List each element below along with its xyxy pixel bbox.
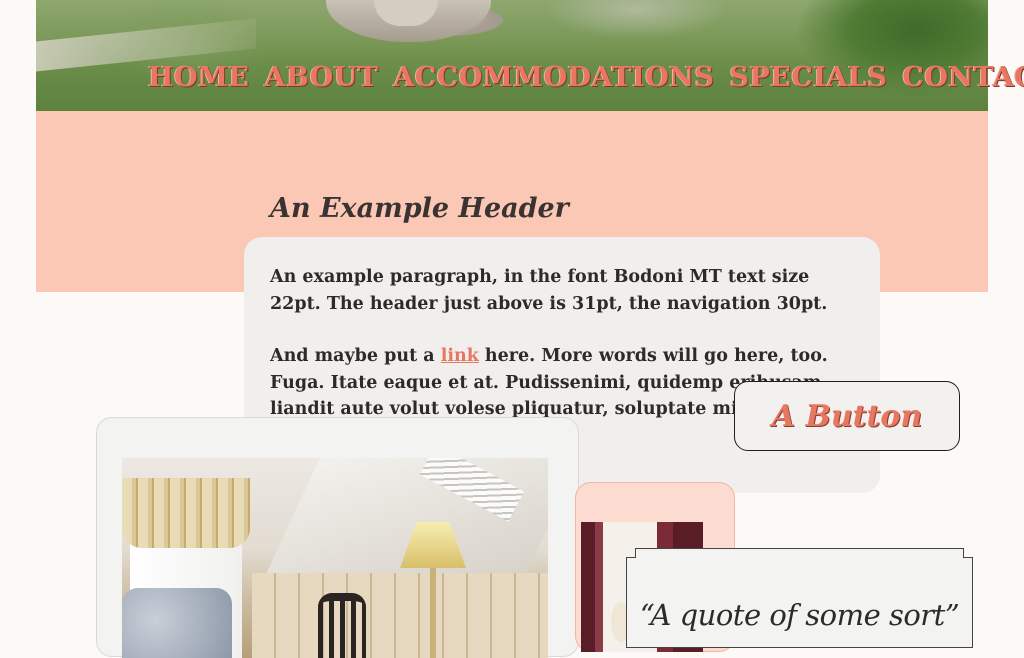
lamp-pole	[430, 568, 436, 658]
stone-sundial	[326, 0, 491, 42]
nav-home[interactable]: HOME	[148, 62, 250, 93]
curtain-valance	[122, 478, 250, 548]
rocking-chair	[318, 593, 366, 658]
sofa	[122, 588, 232, 658]
nav-accommodations[interactable]: ACCOMMODATIONS	[393, 62, 714, 93]
hero-image: HOME ABOUT ACCOMMODATIONS SPECIALS CONTA…	[36, 0, 1024, 111]
primary-button[interactable]: A Button	[734, 381, 960, 451]
nav-specials[interactable]: SPECIALS	[729, 62, 887, 93]
main-nav: HOME ABOUT ACCOMMODATIONS SPECIALS CONTA…	[148, 62, 1024, 93]
paragraph-1: An example paragraph, in the font Bodoni…	[270, 267, 828, 314]
nav-about[interactable]: ABOUT	[265, 62, 379, 93]
quote-text: “A quote of some sort”	[639, 598, 960, 632]
nav-contact[interactable]: CONTACT	[902, 62, 1024, 93]
wood-paneling	[252, 573, 548, 658]
photo-card	[96, 417, 579, 658]
page-heading: An Example Header	[270, 193, 569, 224]
room-photo	[122, 458, 548, 658]
paragraph-2-start: And maybe put a	[270, 346, 441, 366]
inline-link[interactable]: link	[441, 346, 479, 366]
